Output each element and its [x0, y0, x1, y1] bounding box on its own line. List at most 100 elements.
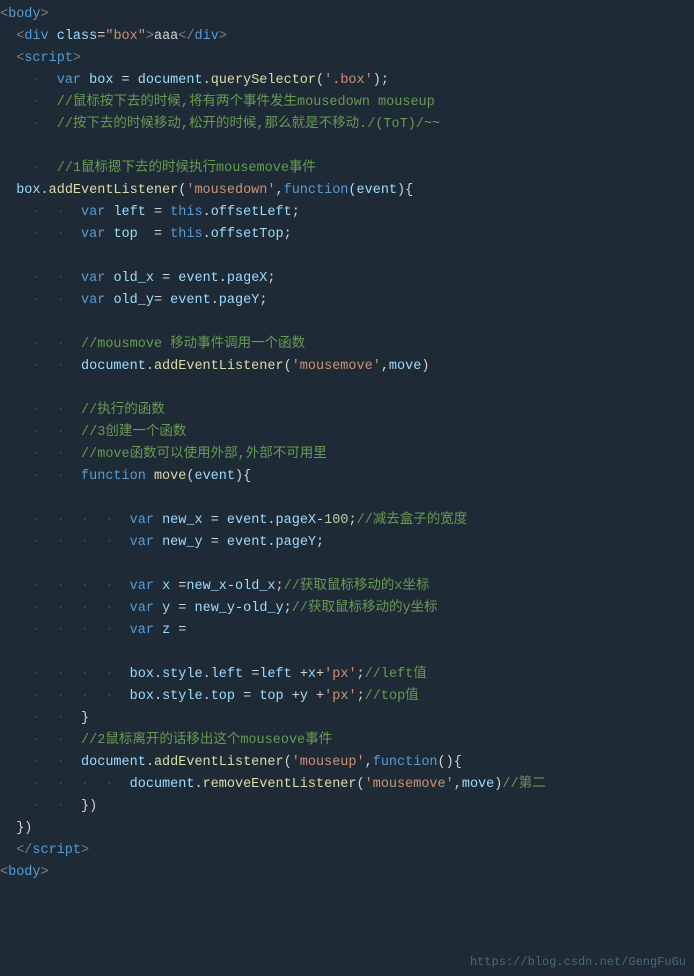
indent: · · · · — [0, 620, 130, 642]
code-line: · //按下去的时候移动,松开的时候,那么就是不移动./(ToT)/~~ — [0, 114, 694, 136]
indent: · · — [0, 752, 81, 774]
token: </ — [16, 840, 32, 862]
token: //3创建一个函数 — [81, 422, 186, 444]
token: 'mouseup' — [292, 752, 365, 774]
token: , — [454, 774, 462, 796]
token: . — [203, 224, 211, 246]
token: //move函数可以使用外部,外部不可用里 — [81, 444, 327, 466]
code-line: · //1鼠标摁下去的时候执行mousemove事件 — [0, 158, 694, 180]
token: ( — [284, 752, 292, 774]
token: old_x — [235, 576, 276, 598]
token: . — [154, 664, 162, 686]
token: //获取鼠标移动的y坐标 — [292, 598, 438, 620]
indent — [0, 26, 16, 48]
code-line: · · //mousmove 移动事件调用一个函数 — [0, 334, 694, 356]
token: ) — [494, 774, 502, 796]
token: event — [357, 180, 398, 202]
token: ; — [259, 290, 267, 312]
token: addEventListener — [154, 356, 284, 378]
indent: · · — [0, 400, 81, 422]
token: top — [259, 686, 283, 708]
token: move — [462, 774, 494, 796]
token: left — [259, 664, 291, 686]
token: = — [203, 532, 227, 554]
token: //鼠标按下去的时候,将有两个事件发生mousedown mouseup — [57, 92, 435, 114]
indent: · — [0, 114, 57, 136]
token: = — [170, 620, 186, 642]
token: class — [57, 26, 98, 48]
token: div — [24, 26, 48, 48]
code-line: · var box = document.querySelector('.box… — [0, 70, 694, 92]
indent: · · · · — [0, 576, 130, 598]
token: script — [32, 840, 81, 862]
token: }) — [16, 818, 32, 840]
token: '.box' — [324, 70, 373, 92]
token: = — [146, 202, 170, 224]
token: var — [81, 268, 105, 290]
token: new_x — [162, 510, 203, 532]
code-line: · · · · var z = — [0, 620, 694, 642]
token: (){ — [438, 752, 462, 774]
token: this — [170, 224, 202, 246]
token: ( — [357, 774, 365, 796]
code-line: · · //move函数可以使用外部,外部不可用里 — [0, 444, 694, 466]
code-line: · · function move(event){ — [0, 466, 694, 488]
token: x — [162, 576, 170, 598]
token: . — [203, 202, 211, 224]
token: new_x — [186, 576, 227, 598]
token: left — [113, 202, 145, 224]
indent: · · — [0, 268, 81, 290]
token: script — [24, 48, 73, 70]
token: body — [8, 862, 40, 884]
code-line: · · · · document.removeEventListener('mo… — [0, 774, 694, 796]
token: . — [194, 774, 202, 796]
token: function — [284, 180, 349, 202]
token — [146, 466, 154, 488]
code-line: · · var old_y= event.pageY; — [0, 290, 694, 312]
token: + — [292, 664, 308, 686]
indent: · · · · — [0, 510, 130, 532]
token: pageX — [276, 510, 317, 532]
indent: · · — [0, 796, 81, 818]
token: box — [130, 664, 154, 686]
token: var — [130, 532, 154, 554]
code-line: }) — [0, 818, 694, 840]
token: }) — [81, 796, 97, 818]
token: pageY — [276, 532, 317, 554]
token: . — [146, 752, 154, 774]
token: event — [170, 290, 211, 312]
token: + — [308, 686, 324, 708]
token: ; — [267, 268, 275, 290]
token: var — [130, 620, 154, 642]
code-line: <body> — [0, 862, 694, 884]
indent: · · · · — [0, 532, 130, 554]
indent: · · · · — [0, 774, 130, 796]
token — [154, 510, 162, 532]
code-line: box.addEventListener('mousedown',functio… — [0, 180, 694, 202]
token: style — [162, 664, 203, 686]
token: querySelector — [211, 70, 316, 92]
indent: · · — [0, 356, 81, 378]
token: . — [41, 180, 49, 202]
token: = — [235, 686, 259, 708]
token: + — [284, 686, 300, 708]
token — [105, 224, 113, 246]
token: 'px' — [324, 664, 356, 686]
token: //2鼠标离开的话移出这个mouseove事件 — [81, 730, 332, 752]
token — [154, 598, 162, 620]
token: //第二 — [502, 774, 545, 796]
token: y — [162, 598, 170, 620]
code-line: </script> — [0, 840, 694, 862]
token: 'mousedown' — [186, 180, 275, 202]
indent — [0, 48, 16, 70]
token: ; — [357, 686, 365, 708]
code-line: · · document.addEventListener('mouseup',… — [0, 752, 694, 774]
token — [154, 620, 162, 642]
token: + — [316, 664, 324, 686]
token: old_x — [113, 268, 154, 290]
token: box — [16, 180, 40, 202]
token: aaa — [154, 26, 178, 48]
token: ; — [284, 224, 292, 246]
indent: · · — [0, 422, 81, 444]
token: ; — [316, 532, 324, 554]
